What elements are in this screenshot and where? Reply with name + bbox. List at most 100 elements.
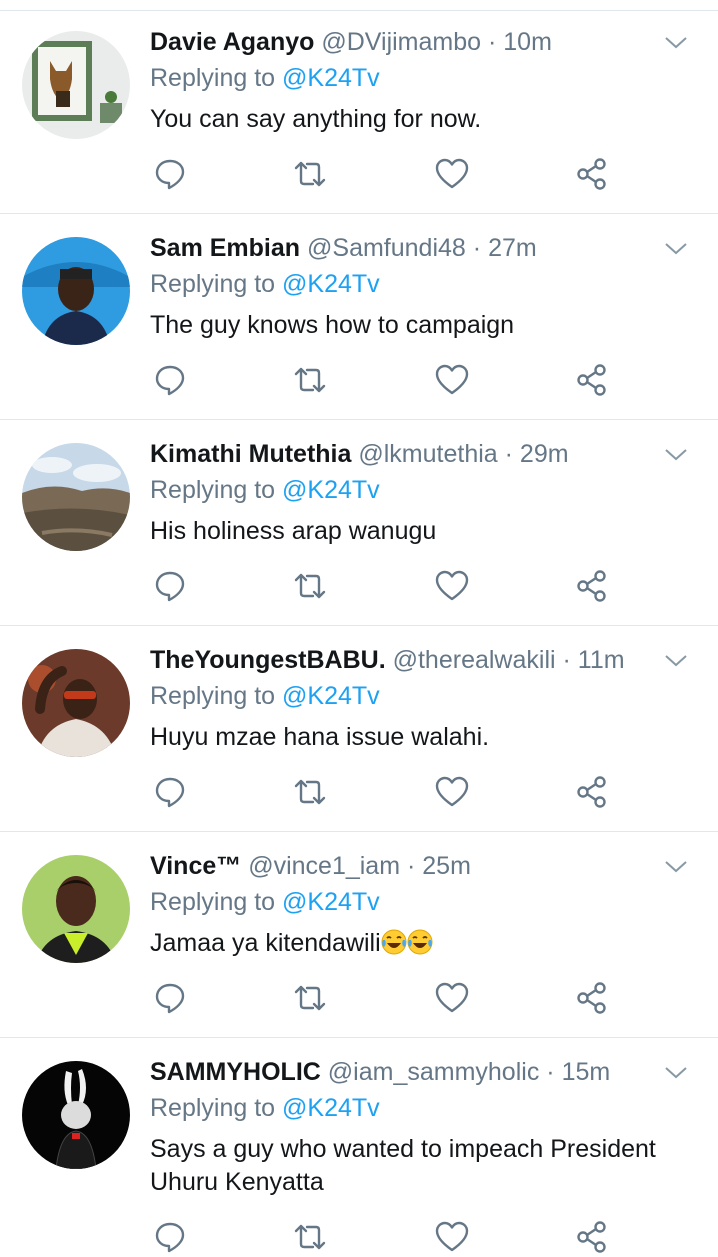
share-button[interactable] <box>572 154 612 194</box>
like-icon <box>435 776 469 807</box>
reply-icon <box>155 159 185 190</box>
replying-to: Replying to @K24Tv <box>150 681 380 711</box>
user-handle[interactable]: @therealwakili <box>393 646 556 674</box>
replying-to: Replying to @K24Tv <box>150 475 380 505</box>
tweet[interactable]: TheYoungestBABU. @therealwakili · 11m Re… <box>0 629 718 832</box>
tweet-text: Jamaa ya kitendawili <box>150 927 690 960</box>
caret-down-icon[interactable] <box>664 653 688 669</box>
tweet[interactable]: Sam Embian @Samfundi48 · 27m Replying to… <box>0 217 718 420</box>
share-button[interactable] <box>572 772 612 812</box>
caret-down-icon[interactable] <box>664 35 688 51</box>
share-button[interactable] <box>572 1217 612 1257</box>
mention-link[interactable]: @K24Tv <box>282 270 380 298</box>
reply-button[interactable] <box>150 566 190 606</box>
replying-to-label: Replying to <box>150 888 276 916</box>
mention-link[interactable]: @K24Tv <box>282 476 380 504</box>
like-button[interactable] <box>432 772 472 812</box>
caret-down-icon[interactable] <box>664 859 688 875</box>
tweet-actions <box>150 1217 620 1257</box>
reply-button[interactable] <box>150 978 190 1018</box>
reply-icon <box>155 365 185 396</box>
separator-dot: · <box>488 28 497 56</box>
display-name[interactable]: Vince™ <box>150 852 241 880</box>
avatar[interactable] <box>22 855 130 963</box>
retweet-icon <box>294 161 326 187</box>
tweet-header: Davie Aganyo @DVijimambo · 10m <box>150 27 552 57</box>
retweet-button[interactable] <box>290 566 330 606</box>
share-button[interactable] <box>572 566 612 606</box>
user-handle[interactable]: @DVijimambo <box>321 28 481 56</box>
laughing-crying-emoji-icon <box>407 929 433 955</box>
tweet-text: Says a guy who wanted to impeach Preside… <box>150 1135 656 1196</box>
separator-dot: · <box>407 852 416 880</box>
display-name[interactable]: Kimathi Mutethia <box>150 440 351 468</box>
share-button[interactable] <box>572 978 612 1018</box>
tweet-text-content: Jamaa ya kitendawili <box>150 929 381 957</box>
tweet-text: His holiness arap wanugu <box>150 517 437 545</box>
retweet-button[interactable] <box>290 772 330 812</box>
timestamp[interactable]: 15m <box>562 1058 611 1086</box>
timestamp[interactable]: 27m <box>488 234 537 262</box>
reply-button[interactable] <box>150 772 190 812</box>
timestamp[interactable]: 11m <box>578 646 625 674</box>
tweet-text: The guy knows how to campaign <box>150 311 515 339</box>
retweet-icon <box>294 367 326 393</box>
retweet-button[interactable] <box>290 360 330 400</box>
avatar[interactable] <box>22 443 130 551</box>
avatar[interactable] <box>22 649 130 757</box>
like-button[interactable] <box>432 978 472 1018</box>
user-handle[interactable]: @iam_sammyholic <box>328 1058 540 1086</box>
timestamp[interactable]: 10m <box>503 28 552 56</box>
retweet-button[interactable] <box>290 1217 330 1257</box>
mention-link[interactable]: @K24Tv <box>282 1094 380 1122</box>
display-name[interactable]: SAMMYHOLIC <box>150 1058 321 1086</box>
tweet[interactable]: SAMMYHOLIC @iam_sammyholic · 15m Replyin… <box>0 1041 718 1253</box>
replying-to: Replying to @K24Tv <box>150 63 380 93</box>
like-icon <box>435 158 469 189</box>
replying-to-label: Replying to <box>150 476 276 504</box>
caret-down-icon[interactable] <box>664 241 688 257</box>
tweet[interactable]: Davie Aganyo @DVijimambo · 10m Replying … <box>0 11 718 214</box>
retweet-button[interactable] <box>290 154 330 194</box>
avatar[interactable] <box>22 31 130 139</box>
tweet-actions <box>150 360 620 400</box>
like-button[interactable] <box>432 360 472 400</box>
timestamp[interactable]: 25m <box>422 852 471 880</box>
like-button[interactable] <box>432 1217 472 1257</box>
reply-button[interactable] <box>150 154 190 194</box>
retweet-icon <box>294 985 326 1011</box>
tweet[interactable]: Kimathi Mutethia @lkmutethia · 29m Reply… <box>0 423 718 626</box>
user-handle[interactable]: @vince1_iam <box>248 852 400 880</box>
mention-link[interactable]: @K24Tv <box>282 64 380 92</box>
like-button[interactable] <box>432 566 472 606</box>
mention-link[interactable]: @K24Tv <box>282 682 380 710</box>
timestamp[interactable]: 29m <box>520 440 569 468</box>
retweet-icon <box>294 573 326 599</box>
caret-down-icon[interactable] <box>664 447 688 463</box>
replying-to: Replying to @K24Tv <box>150 1093 380 1123</box>
display-name[interactable]: Sam Embian <box>150 234 300 262</box>
replying-to-label: Replying to <box>150 64 276 92</box>
mention-link[interactable]: @K24Tv <box>282 888 380 916</box>
like-button[interactable] <box>432 154 472 194</box>
tweet-header: Vince™ @vince1_iam · 25m <box>150 851 471 881</box>
tweet[interactable]: Vince™ @vince1_iam · 25m Replying to @K2… <box>0 835 718 1038</box>
share-button[interactable] <box>572 360 612 400</box>
share-icon <box>577 364 606 396</box>
reply-button[interactable] <box>150 360 190 400</box>
reply-button[interactable] <box>150 1217 190 1257</box>
retweet-button[interactable] <box>290 978 330 1018</box>
user-handle[interactable]: @lkmutethia <box>358 440 497 468</box>
separator-dot: · <box>562 646 571 674</box>
display-name[interactable]: TheYoungestBABU. <box>150 646 386 674</box>
top-divider <box>0 0 718 11</box>
reply-icon <box>155 983 185 1014</box>
avatar[interactable] <box>22 237 130 345</box>
separator-dot: · <box>504 440 513 468</box>
tweet-header: TheYoungestBABU. @therealwakili · 11m <box>150 645 625 675</box>
caret-down-icon[interactable] <box>664 1065 688 1081</box>
avatar[interactable] <box>22 1061 130 1169</box>
separator-dot: · <box>472 234 482 262</box>
user-handle[interactable]: @Samfundi48 <box>307 234 466 262</box>
display-name[interactable]: Davie Aganyo <box>150 28 314 56</box>
